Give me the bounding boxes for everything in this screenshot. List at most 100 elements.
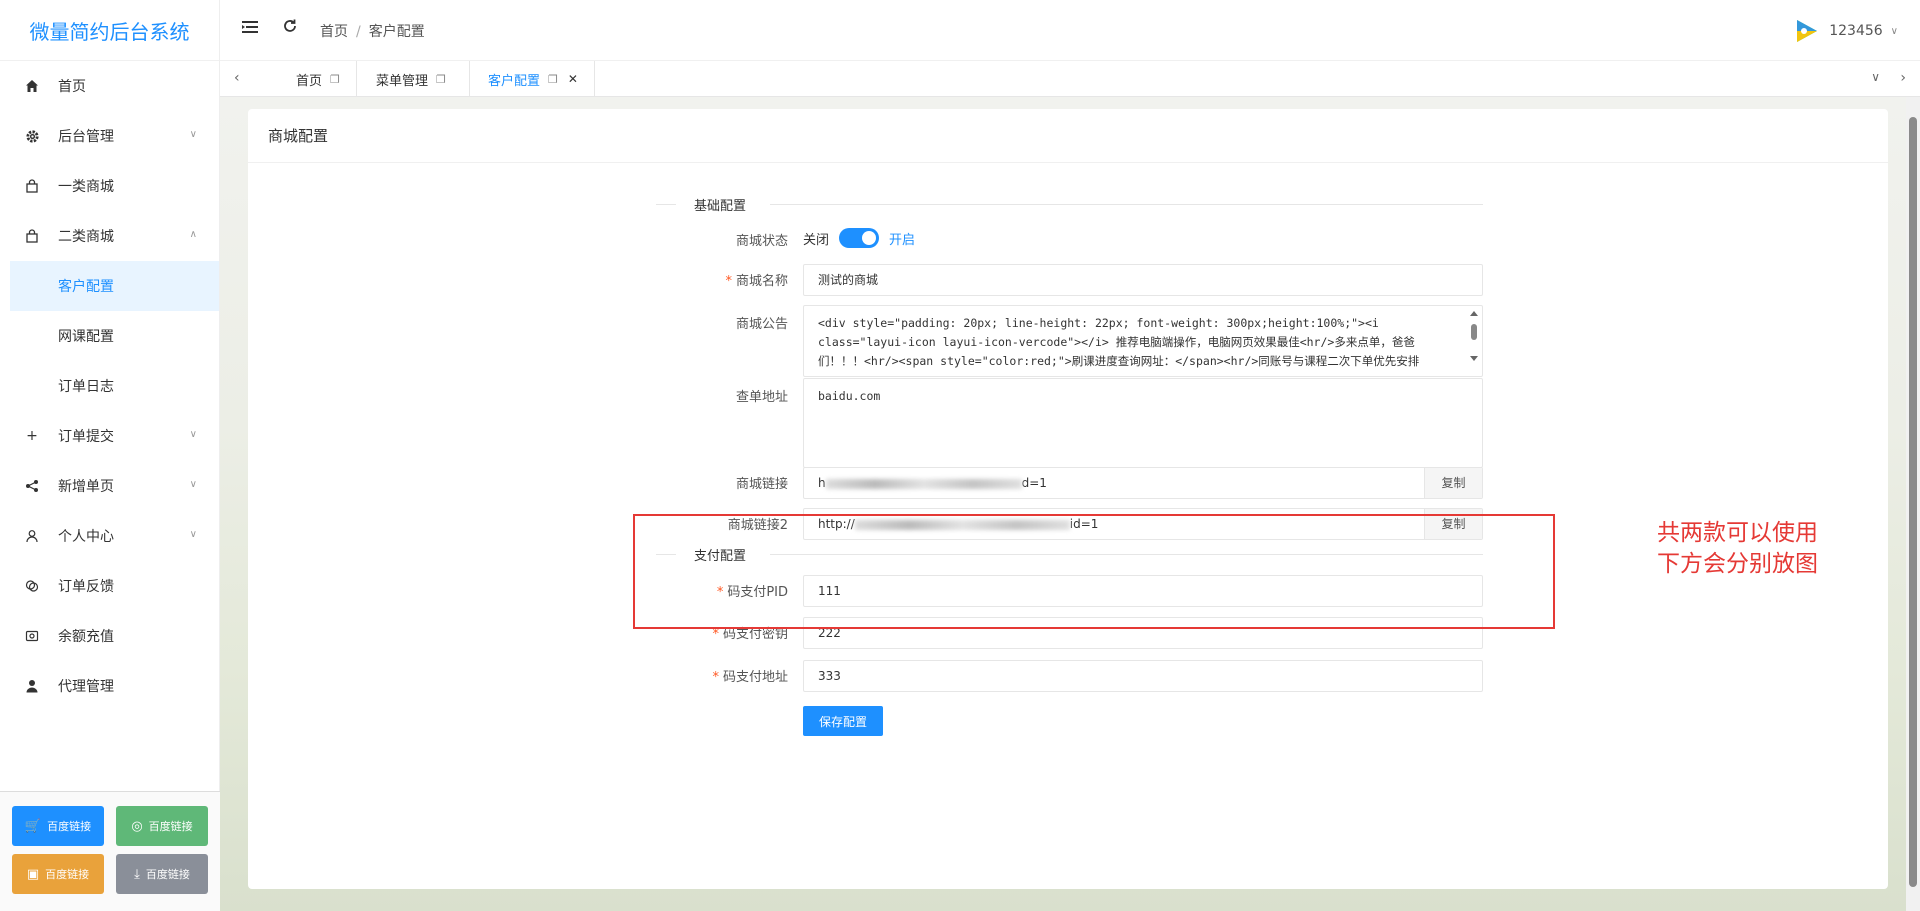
save-config-button[interactable]: 保存配置 <box>803 706 883 736</box>
copy-icon: ❐ <box>436 72 446 86</box>
person-icon <box>24 678 40 694</box>
main-content: 商城配置 基础配置 商城状态 关闭 开启 * 商城名称 测试的商城 商城公告 <d… <box>220 97 1920 911</box>
tab-label: 客户配置 <box>488 73 541 89</box>
chevron-up-icon: ∧ <box>189 229 197 240</box>
share-icon <box>24 478 40 494</box>
sidebar-item-mall1[interactable]: 一类商城 <box>0 161 219 211</box>
baidu-link-button-4[interactable]: ⤓ 百度链接 <box>116 854 208 894</box>
scroll-thumb[interactable] <box>1909 117 1917 887</box>
tab-menu-manage[interactable]: 菜单管理 ❐ <box>356 61 470 97</box>
pay-address-input[interactable]: 333 <box>803 660 1483 692</box>
bag-icon <box>24 228 40 244</box>
config-card: 商城配置 基础配置 商城状态 关闭 开启 * 商城名称 测试的商城 商城公告 <d… <box>248 109 1888 889</box>
sidebar-item-recharge[interactable]: 余额充值 <box>0 611 219 661</box>
chevron-down-icon: ∨ <box>189 429 197 440</box>
label-text: 商城名称 <box>735 274 788 289</box>
notice-textarea[interactable]: <div style="padding: 20px; line-height: … <box>803 305 1483 377</box>
tab-label: 首页 <box>296 73 323 89</box>
tab-customer-config[interactable]: 客户配置 ❐ ✕ <box>470 61 595 97</box>
sidebar-item-label: 余额充值 <box>58 629 114 645</box>
sidebar-item-label: 首页 <box>58 79 86 95</box>
sidebar-item-label: 后台管理 <box>58 129 114 145</box>
status-label: 商城状态 <box>735 234 788 249</box>
chevron-down-icon[interactable]: ∨ <box>1871 70 1880 84</box>
sidebar-item-label: 代理管理 <box>58 679 114 695</box>
switch-knob <box>862 231 877 245</box>
chevron-down-icon: ∨ <box>189 529 197 540</box>
sidebar-item-label: 一类商城 <box>58 179 114 195</box>
switch-on-text: 开启 <box>889 232 916 248</box>
sidebar-item-label: 订单反馈 <box>58 579 114 595</box>
baidu-link-button-1[interactable]: 🛒 百度链接 <box>12 806 104 846</box>
top-header: 首页 / 客户配置 123456 ∨ <box>220 0 1920 61</box>
download-icon: ⤓ <box>134 866 140 882</box>
close-icon[interactable]: ✕ <box>568 72 578 86</box>
tab-label: 菜单管理 <box>376 73 429 89</box>
blurred-url <box>825 478 1022 489</box>
annotation-text: 共两款可以使用 下方会分别放图 <box>1657 518 1818 580</box>
sidebar-item-label: 订单提交 <box>58 429 114 445</box>
sidebar-item-mall2[interactable]: 二类商城 ∧ <box>0 211 219 261</box>
sidebar-subitem-customer-config[interactable]: 客户配置 <box>10 261 219 311</box>
sidebar-item-home[interactable]: 首页 <box>0 61 219 111</box>
textarea-scrollbar[interactable] <box>1468 308 1480 364</box>
page-scrollbar[interactable] <box>1906 97 1920 911</box>
link-prefix: h <box>818 476 826 490</box>
baidu-link-button-3[interactable]: ▣ 百度链接 <box>12 854 104 894</box>
breadcrumb-separator: / <box>356 24 361 40</box>
switch-off-text: 关闭 <box>803 232 830 248</box>
mall-name-input[interactable]: 测试的商城 <box>803 264 1483 296</box>
breadcrumb-home[interactable]: 首页 <box>320 24 348 40</box>
query-address-textarea[interactable]: baidu.com <box>803 378 1483 468</box>
cart-icon: 🛒 <box>24 818 42 834</box>
sidebar-item-new-page[interactable]: 新增单页 ∨ <box>0 461 219 511</box>
sidebar-subitem-order-log[interactable]: 订单日志 <box>0 361 219 411</box>
wallet-icon <box>24 628 40 644</box>
plus-icon: + <box>26 428 38 444</box>
sidebar-item-label: 新增单页 <box>58 479 114 495</box>
notice-label: 商城公告 <box>735 317 788 332</box>
status-switch[interactable] <box>839 228 880 248</box>
menu-toggle-icon[interactable] <box>242 18 258 39</box>
chevron-down-icon: ∨ <box>1890 25 1898 37</box>
basic-section-title: 基础配置 <box>694 199 747 214</box>
mall-link-label: 商城链接 <box>735 477 788 492</box>
sidebar-item-backend[interactable]: 后台管理 ∨ <box>0 111 219 161</box>
required-mark: * <box>712 627 719 642</box>
feedback-icon <box>24 578 40 594</box>
button-label: 百度链接 <box>47 820 92 833</box>
refresh-icon[interactable] <box>282 18 298 39</box>
sidebar-subitem-course-config[interactable]: 网课配置 <box>0 311 219 361</box>
chevron-down-icon: ∨ <box>189 479 197 490</box>
annotation-line-1: 共两款可以使用 <box>1657 520 1818 546</box>
copy-icon: ❐ <box>330 72 340 86</box>
button-label: 百度链接 <box>145 868 190 881</box>
sidebar-item-label: 二类商城 <box>58 229 114 245</box>
tab-home[interactable]: 首页 ❐ <box>256 61 357 97</box>
sidebar-item-order-submit[interactable]: + 订单提交 ∨ <box>0 411 219 461</box>
card-title: 商城配置 <box>248 109 1888 163</box>
avatar <box>1797 20 1818 42</box>
home-icon <box>24 78 40 94</box>
sidebar-item-feedback[interactable]: 订单反馈 <box>0 561 219 611</box>
user-menu[interactable]: 123456 ∨ <box>1793 18 1898 44</box>
annotation-highlight-box <box>633 514 1555 629</box>
sidebar-item-agent[interactable]: 代理管理 <box>0 661 219 711</box>
annotation-line-2: 下方会分别放图 <box>1657 551 1818 577</box>
gear-icon <box>24 128 40 144</box>
sidebar-item-profile[interactable]: 个人中心 ∨ <box>0 511 219 561</box>
label-text: 码支付地址 <box>722 670 788 685</box>
status-switch-group: 关闭 开启 <box>803 228 915 248</box>
required-mark: * <box>712 670 719 685</box>
chevron-down-icon: ∨ <box>189 129 197 140</box>
mall-link-input[interactable]: h d=1 复制 <box>803 467 1483 499</box>
breadcrumb: 首页 / 客户配置 <box>320 21 425 41</box>
copy-link-button[interactable]: 复制 <box>1424 468 1482 498</box>
sidebar-item-label: 个人中心 <box>58 529 114 545</box>
baidu-link-button-2[interactable]: ◎ 百度链接 <box>116 806 208 846</box>
bag-icon <box>24 178 40 194</box>
link-suffix: d=1 <box>1021 476 1047 490</box>
tab-scroll-left-icon[interactable]: ‹ <box>234 70 240 86</box>
tab-scroll-right-icon[interactable]: › <box>1900 70 1906 86</box>
label-text: 码支付密钥 <box>722 627 788 642</box>
